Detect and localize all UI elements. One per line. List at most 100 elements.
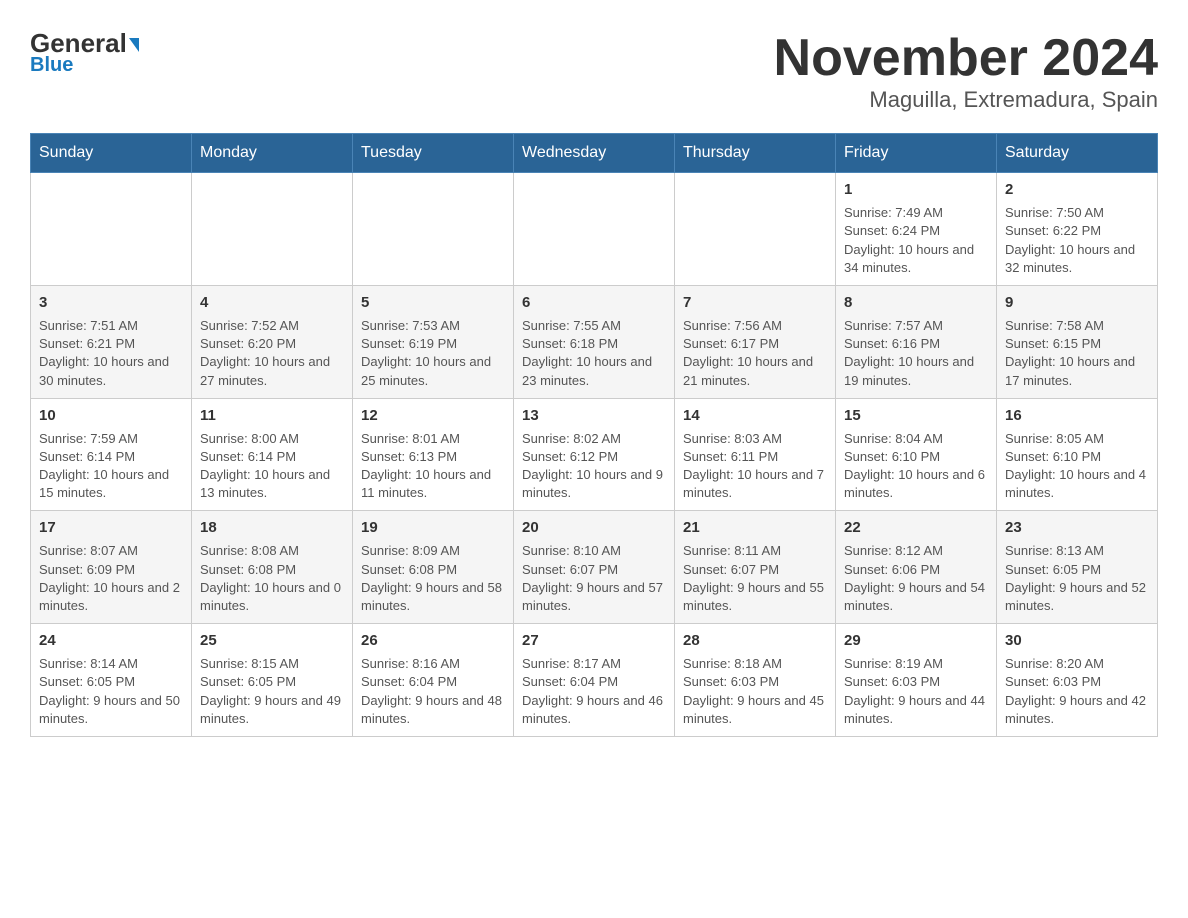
page-header: General Blue November 2024 Maguilla, Ext… [20,20,1168,113]
day-info: Sunrise: 8:12 AMSunset: 6:06 PMDaylight:… [844,542,988,615]
day-number: 11 [200,405,344,426]
day-info: Sunrise: 7:49 AMSunset: 6:24 PMDaylight:… [844,204,988,277]
table-row: 8 Sunrise: 7:57 AMSunset: 6:16 PMDaylight… [836,285,997,398]
page-subtitle: Maguilla, Extremadura, Spain [774,87,1158,113]
table-row: 5 Sunrise: 7:53 AMSunset: 6:19 PMDaylight… [353,285,514,398]
table-row: 23Sunrise: 8:13 AMSunset: 6:05 PMDayligh… [997,511,1158,624]
table-row: 4 Sunrise: 7:52 AMSunset: 6:20 PMDaylight… [192,285,353,398]
day-info: Sunrise: 8:01 AMSunset: 6:13 PMDaylight:… [361,430,505,503]
day-info: Sunrise: 7:57 AMSunset: 6:16 PMDaylight:… [844,317,988,390]
day-number: 6 [522,292,666,313]
table-row: 27 Sunrise: 8:17 AMSunset: 6:04 PMDayligh… [514,624,675,737]
title-block: November 2024 Maguilla, Extremadura, Spa… [774,30,1158,113]
table-row: 26Sunrise: 8:16 AMSunset: 6:04 PMDayligh… [353,624,514,737]
table-row: 6Sunrise: 7:55 AMSunset: 6:18 PMDaylight… [514,285,675,398]
day-number: 1 [844,179,988,200]
day-info: Sunrise: 8:10 AMSunset: 6:07 PMDaylight:… [522,542,666,615]
day-number: 3 [39,292,183,313]
day-info: Sunrise: 8:05 AMSunset: 6:10 PMDaylight:… [1005,430,1149,503]
day-info: Sunrise: 7:56 AMSunset: 6:17 PMDaylight:… [683,317,827,390]
calendar-week-row: 10 Sunrise: 7:59 AMSunset: 6:14 PMDayligh… [31,398,1158,511]
table-row: 14Sunrise: 8:03 AMSunset: 6:11 PMDayligh… [675,398,836,511]
table-row: 17 Sunrise: 8:07 AMSunset: 6:09 PMDayligh… [31,511,192,624]
col-friday: Friday [836,134,997,173]
day-number: 30 [1005,630,1149,651]
day-number: 18 [200,517,344,538]
table-row: 28 Sunrise: 8:18 AMSunset: 6:03 PMDayligh… [675,624,836,737]
logo: General Blue [30,30,139,77]
day-info: Sunrise: 7:58 AMSunset: 6:15 PMDaylight:… [1005,317,1149,390]
day-number: 16 [1005,405,1149,426]
table-row: 12 Sunrise: 8:01 AMSunset: 6:13 PMDayligh… [353,398,514,511]
day-number: 4 [200,292,344,313]
day-number: 29 [844,630,988,651]
table-row: 10 Sunrise: 7:59 AMSunset: 6:14 PMDayligh… [31,398,192,511]
table-row [31,173,192,286]
day-number: 25 [200,630,344,651]
day-info: Sunrise: 7:51 AMSunset: 6:21 PMDaylight:… [39,317,183,390]
calendar-header-row: Sunday Monday Tuesday Wednesday Thursday… [31,134,1158,173]
day-number: 21 [683,517,827,538]
day-number: 26 [361,630,505,651]
table-row: 15Sunrise: 8:04 AMSunset: 6:10 PMDayligh… [836,398,997,511]
col-tuesday: Tuesday [353,134,514,173]
day-number: 17 [39,517,183,538]
logo-main: General [30,30,139,56]
day-info: Sunrise: 8:07 AMSunset: 6:09 PMDaylight:… [39,542,183,615]
table-row: 9 Sunrise: 7:58 AMSunset: 6:15 PMDaylight… [997,285,1158,398]
day-number: 2 [1005,179,1149,200]
day-number: 10 [39,405,183,426]
col-saturday: Saturday [997,134,1158,173]
day-number: 27 [522,630,666,651]
col-monday: Monday [192,134,353,173]
day-info: Sunrise: 7:53 AMSunset: 6:19 PMDaylight:… [361,317,505,390]
logo-triangle-icon [129,38,139,52]
table-row: 25 Sunrise: 8:15 AMSunset: 6:05 PMDayligh… [192,624,353,737]
table-row: 30 Sunrise: 8:20 AMSunset: 6:03 PMDayligh… [997,624,1158,737]
day-info: Sunrise: 8:11 AMSunset: 6:07 PMDaylight:… [683,542,827,615]
day-number: 13 [522,405,666,426]
day-info: Sunrise: 8:19 AMSunset: 6:03 PMDaylight:… [844,655,988,728]
day-number: 19 [361,517,505,538]
day-number: 14 [683,405,827,426]
col-thursday: Thursday [675,134,836,173]
table-row: 13 Sunrise: 8:02 AMSunset: 6:12 PMDayligh… [514,398,675,511]
day-info: Sunrise: 8:02 AMSunset: 6:12 PMDaylight:… [522,430,666,503]
calendar-week-row: 1 Sunrise: 7:49 AMSunset: 6:24 PMDaylight… [31,173,1158,286]
day-number: 28 [683,630,827,651]
day-number: 8 [844,292,988,313]
table-row [514,173,675,286]
table-row: 24Sunrise: 8:14 AMSunset: 6:05 PMDayligh… [31,624,192,737]
table-row: 21 Sunrise: 8:11 AMSunset: 6:07 PMDayligh… [675,511,836,624]
day-number: 15 [844,405,988,426]
day-info: Sunrise: 8:20 AMSunset: 6:03 PMDaylight:… [1005,655,1149,728]
table-row [675,173,836,286]
table-row: 2 Sunrise: 7:50 AMSunset: 6:22 PMDaylight… [997,173,1158,286]
day-info: Sunrise: 8:14 AMSunset: 6:05 PMDaylight:… [39,655,183,728]
day-number: 23 [1005,517,1149,538]
day-info: Sunrise: 7:59 AMSunset: 6:14 PMDaylight:… [39,430,183,503]
day-info: Sunrise: 7:52 AMSunset: 6:20 PMDaylight:… [200,317,344,390]
day-number: 22 [844,517,988,538]
day-info: Sunrise: 8:09 AMSunset: 6:08 PMDaylight:… [361,542,505,615]
day-number: 20 [522,517,666,538]
table-row [192,173,353,286]
table-row: 16 Sunrise: 8:05 AMSunset: 6:10 PMDayligh… [997,398,1158,511]
calendar-week-row: 24Sunrise: 8:14 AMSunset: 6:05 PMDayligh… [31,624,1158,737]
day-info: Sunrise: 8:00 AMSunset: 6:14 PMDaylight:… [200,430,344,503]
table-row: 11 Sunrise: 8:00 AMSunset: 6:14 PMDayligh… [192,398,353,511]
day-number: 9 [1005,292,1149,313]
day-number: 5 [361,292,505,313]
day-info: Sunrise: 8:18 AMSunset: 6:03 PMDaylight:… [683,655,827,728]
table-row: 7 Sunrise: 7:56 AMSunset: 6:17 PMDaylight… [675,285,836,398]
day-info: Sunrise: 8:15 AMSunset: 6:05 PMDaylight:… [200,655,344,728]
table-row: 20 Sunrise: 8:10 AMSunset: 6:07 PMDayligh… [514,511,675,624]
day-number: 12 [361,405,505,426]
table-row: 3 Sunrise: 7:51 AMSunset: 6:21 PMDaylight… [31,285,192,398]
day-info: Sunrise: 7:50 AMSunset: 6:22 PMDaylight:… [1005,204,1149,277]
col-sunday: Sunday [31,134,192,173]
table-row: 18Sunrise: 8:08 AMSunset: 6:08 PMDayligh… [192,511,353,624]
day-info: Sunrise: 8:17 AMSunset: 6:04 PMDaylight:… [522,655,666,728]
logo-sub: Blue [30,54,73,77]
day-number: 7 [683,292,827,313]
